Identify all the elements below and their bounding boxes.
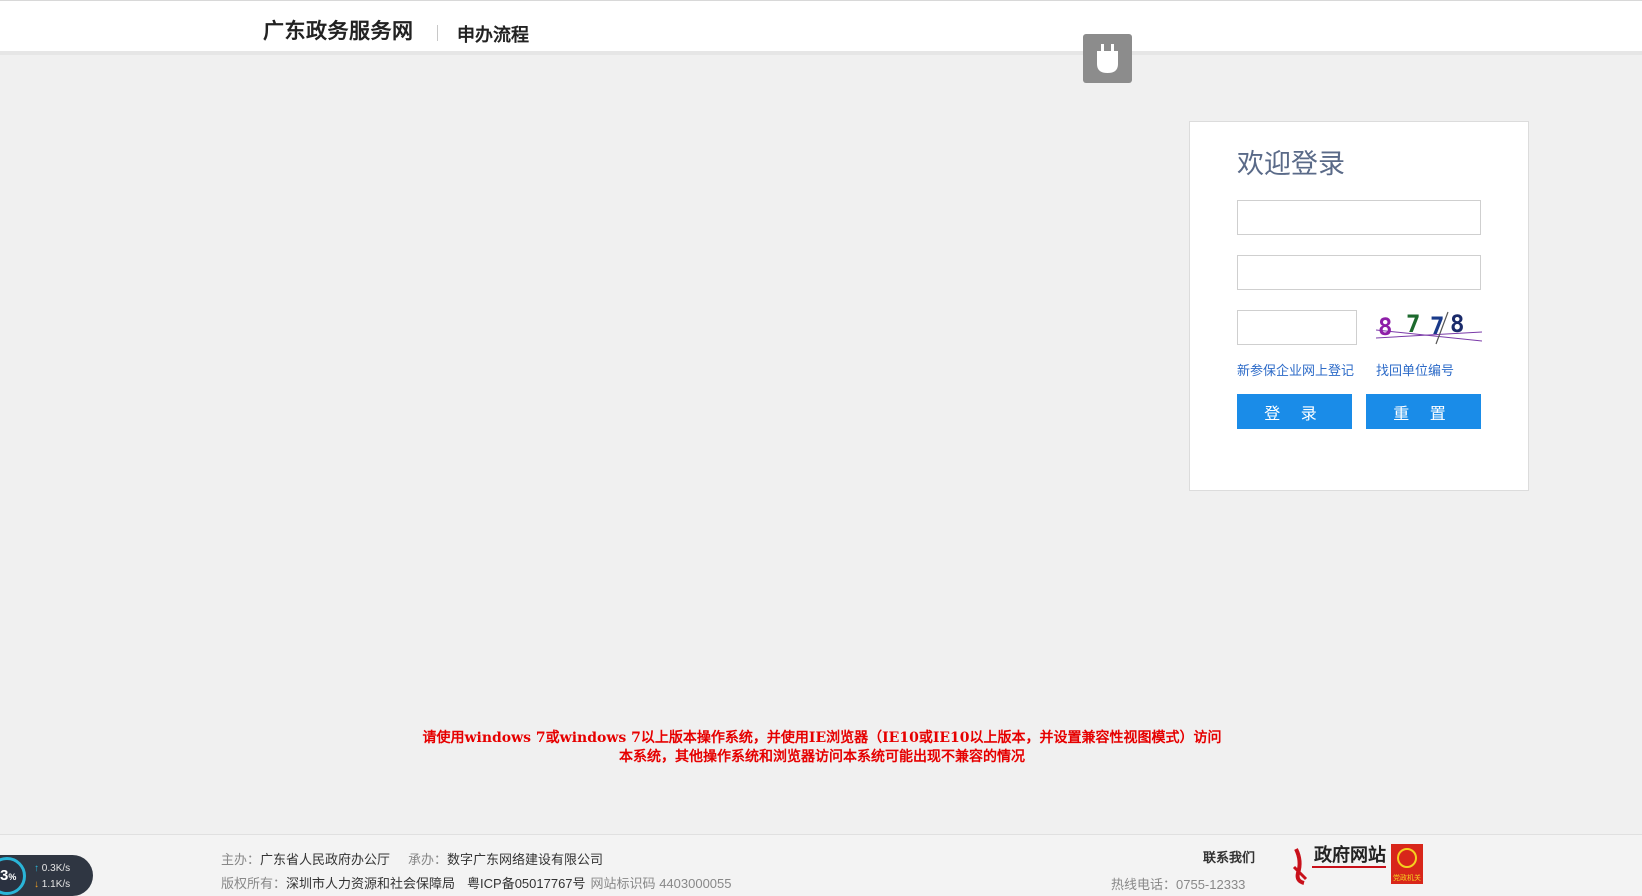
top-header: 广东政务服务网 申办流程: [0, 0, 1642, 55]
footer-host-line: 主办：广东省人民政府办公厅 承办：数字广东网络建设有限公司: [221, 849, 603, 868]
hotline-text: 热线电话：0755-12333: [1111, 877, 1246, 892]
username-input[interactable]: [1237, 200, 1481, 235]
download-arrow-icon: ↓: [34, 879, 39, 890]
reset-button[interactable]: 重 置: [1366, 394, 1481, 429]
gov-logo-text: 政府网站: [1314, 844, 1386, 866]
captcha-input[interactable]: [1237, 310, 1357, 345]
copyright-value: 深圳市人力资源和社会保障局: [286, 876, 456, 891]
notice-line-2: 本系统，其他操作系统和浏览器访问本系统可能出现不兼容的情况: [619, 749, 1025, 765]
page-footer: 主办：广东省人民政府办公厅 承办：数字广东网络建设有限公司 版权所有：深圳市人力资…: [0, 834, 1642, 896]
network-speed-widget[interactable]: 3% ↑ 0.3K/s ↓ 1.1K/s: [0, 855, 93, 896]
new-enterprise-register-link[interactable]: 新参保企业网上登记: [1237, 360, 1354, 379]
login-title: 欢迎登录: [1237, 149, 1345, 179]
login-panel: 欢迎登录 8 7 7 8 新参保企业网上登记 找回单位编号 登 录 重 置: [1189, 121, 1529, 491]
site-id-label: 网站标识码: [590, 876, 656, 891]
upload-arrow-icon: ↑: [34, 863, 39, 874]
copyright-label: 版权所有：: [221, 876, 287, 891]
floating-plugin-button[interactable]: [1083, 34, 1132, 83]
undertake-value: 数字广东网络建设有限公司: [447, 852, 604, 867]
password-input[interactable]: [1237, 255, 1481, 290]
recover-unit-number-link[interactable]: 找回单位编号: [1376, 360, 1454, 379]
icp-number[interactable]: 粤ICP备05017767号: [467, 876, 586, 891]
plug-icon: [1097, 44, 1118, 73]
contact-us-title[interactable]: 联系我们: [1203, 847, 1255, 866]
site-title[interactable]: 广东政务服务网: [263, 15, 414, 45]
svg-text:7: 7: [1430, 312, 1444, 340]
footer-copyright-line: 版权所有：深圳市人力资源和社会保障局 粤ICP备05017767号 网站标识码 44…: [221, 873, 732, 892]
svg-text:8: 8: [1450, 310, 1464, 338]
svg-text:7: 7: [1406, 310, 1420, 338]
notice-line-1: 请使用windows 7或windows 7以上版本操作系统，并使用IE浏览器（…: [422, 730, 1222, 746]
nav-item-process[interactable]: 申办流程: [457, 21, 529, 47]
upload-speed: ↑ 0.3K/s: [34, 863, 71, 874]
svg-text:8: 8: [1378, 313, 1392, 341]
compatibility-notice: 请使用windows 7或windows 7以上版本操作系统，并使用IE浏览器（…: [398, 729, 1246, 767]
captcha-image[interactable]: 8 7 7 8: [1376, 308, 1482, 346]
usage-percent: 3%: [0, 867, 17, 884]
party-logo-text: 党政机关: [1393, 873, 1421, 882]
login-button[interactable]: 登 录: [1237, 394, 1352, 429]
header-divider: [437, 25, 438, 41]
party-government-logo[interactable]: 党政机关: [1391, 844, 1423, 884]
host-value: 广东省人民政府办公厅: [260, 852, 391, 867]
download-speed: ↓ 1.1K/s: [34, 879, 71, 890]
undertake-label: 承办：: [408, 852, 448, 867]
host-label: 主办：: [221, 852, 261, 867]
government-website-logo[interactable]: 政府网站: [1292, 843, 1386, 887]
site-id-value: 4403000055: [659, 876, 732, 891]
